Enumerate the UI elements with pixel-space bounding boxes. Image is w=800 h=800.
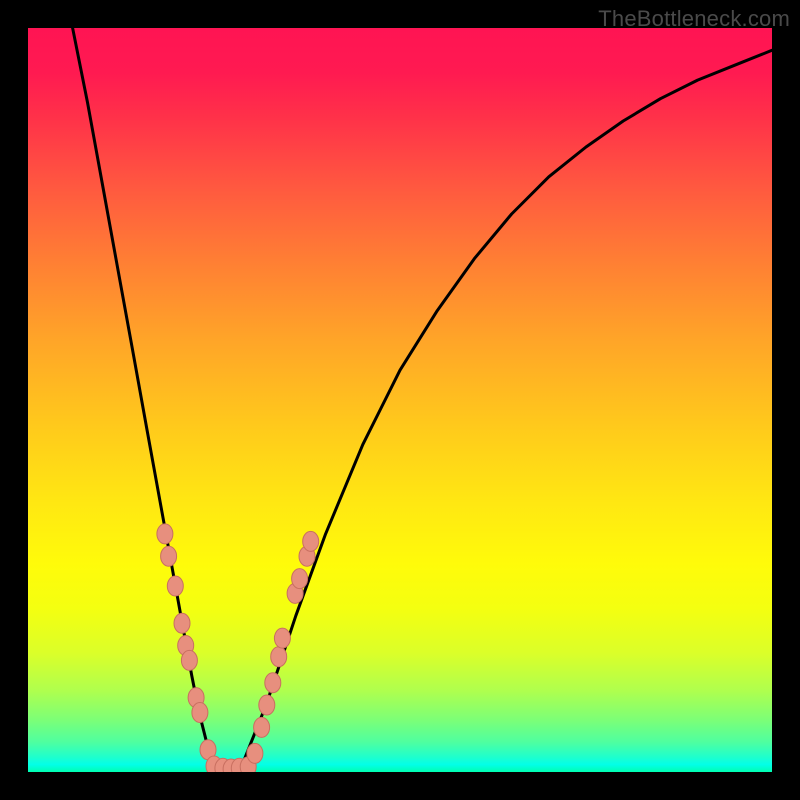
data-marker (254, 717, 270, 737)
data-marker (292, 569, 308, 589)
plot-area (28, 28, 772, 772)
data-marker (174, 613, 190, 633)
data-marker (303, 531, 319, 551)
data-marker (192, 703, 208, 723)
data-marker (259, 695, 275, 715)
data-marker (161, 546, 177, 566)
data-marker (274, 628, 290, 648)
curve-path (73, 28, 772, 771)
data-marker (167, 576, 183, 596)
data-marker (271, 647, 287, 667)
data-marker (157, 524, 173, 544)
data-marker (265, 673, 281, 693)
data-marker (181, 650, 197, 670)
watermark-text: TheBottleneck.com (598, 6, 790, 32)
chart-frame: TheBottleneck.com (0, 0, 800, 800)
data-marker (247, 743, 263, 763)
data-markers (157, 524, 319, 772)
chart-svg (28, 28, 772, 772)
bottleneck-curve (73, 28, 772, 771)
